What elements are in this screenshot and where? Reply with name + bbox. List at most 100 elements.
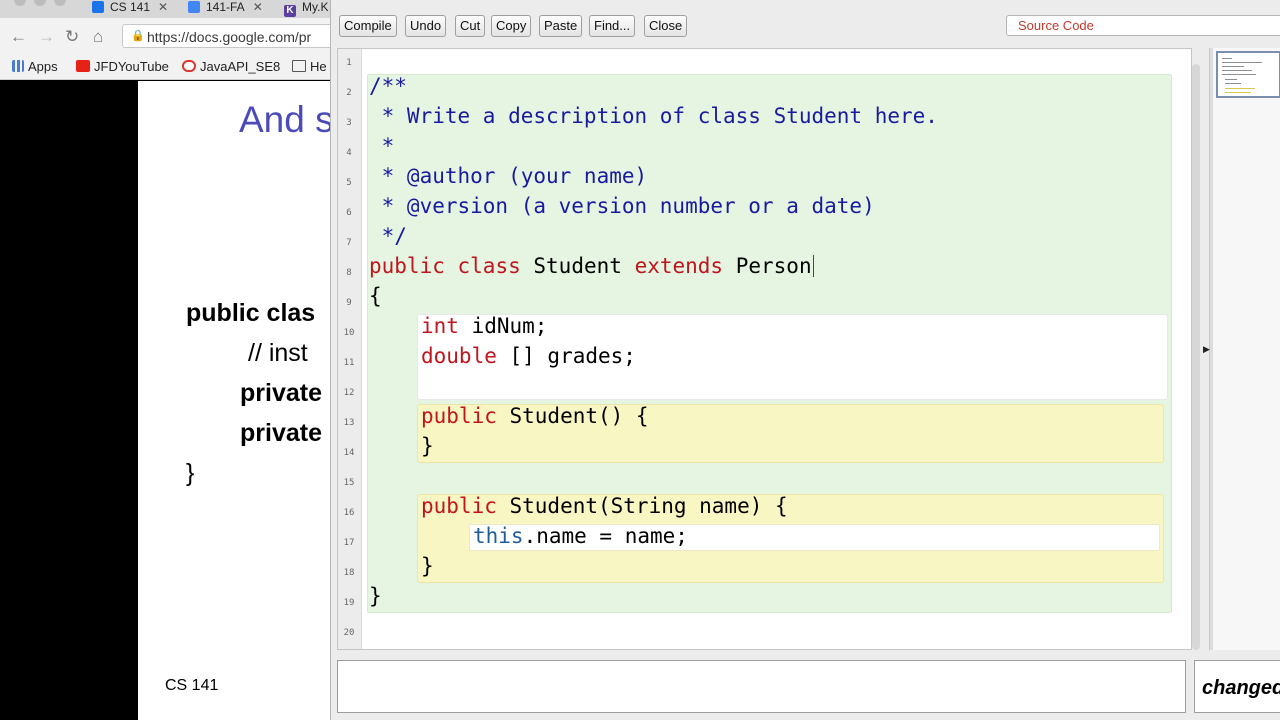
code-line: { bbox=[369, 284, 382, 308]
code-line: * @version (a version number or a date) bbox=[369, 194, 875, 218]
tab-label: 141-FA bbox=[206, 0, 245, 14]
find-button[interactable]: Find... bbox=[589, 15, 636, 37]
presentation-slide: And s public clas // inst private privat… bbox=[138, 81, 338, 720]
keyword: double bbox=[421, 344, 497, 368]
code-line: */ bbox=[369, 224, 407, 248]
back-arrow-icon[interactable]: ← bbox=[10, 27, 27, 47]
keyword: int bbox=[421, 314, 459, 338]
copy-button[interactable]: Copy bbox=[491, 15, 532, 37]
bookmark-javaapi[interactable]: JavaAPI_SE8 bbox=[182, 59, 280, 74]
line-number: 4 bbox=[346, 148, 352, 158]
compile-button[interactable]: Compile bbox=[339, 15, 397, 37]
line-number: 5 bbox=[346, 178, 352, 188]
line-number: 9 bbox=[346, 298, 352, 308]
line-number: 16 bbox=[343, 508, 355, 518]
vertical-scrollbar[interactable] bbox=[1192, 64, 1200, 650]
line-number: 20 bbox=[343, 628, 355, 638]
bookmark-label: JavaAPI_SE8 bbox=[200, 59, 281, 74]
code-line: double [] grades; bbox=[421, 343, 636, 369]
k-logo-icon: K bbox=[284, 5, 296, 17]
close-icon[interactable]: ✕ bbox=[253, 0, 263, 14]
code-line: * @author (your name) bbox=[369, 164, 648, 188]
code-line: public class Student extends Person bbox=[369, 253, 814, 279]
status-text: changed bbox=[1202, 677, 1280, 699]
code-line: public Student() { bbox=[421, 403, 649, 429]
this-keyword: this bbox=[473, 524, 524, 548]
line-number: 12 bbox=[343, 388, 355, 398]
bookmark-label: Apps bbox=[28, 59, 58, 74]
slide-title: And s bbox=[239, 99, 334, 140]
code-text: Student() { bbox=[496, 404, 649, 428]
class-name: Student bbox=[533, 254, 622, 278]
keyword: public bbox=[369, 254, 445, 278]
line-number: 17 bbox=[343, 538, 355, 548]
line-number: 15 bbox=[343, 478, 355, 488]
expand-arrow-icon[interactable]: ▶ bbox=[1203, 344, 1210, 355]
browser-tab[interactable]: K My.K bbox=[284, 0, 328, 18]
line-number: 19 bbox=[343, 598, 355, 608]
line-number-gutter: 1 2 3 4 5 6 7 8 9 10 11 12 13 14 15 16 1… bbox=[338, 49, 362, 649]
slide-footer: CS 141 bbox=[165, 677, 219, 694]
line-number: 10 bbox=[343, 328, 355, 338]
message-bar bbox=[337, 660, 1186, 713]
code-thumbnail[interactable] bbox=[1216, 51, 1280, 98]
bookmark-apps[interactable]: Apps bbox=[12, 59, 58, 74]
line-number: 13 bbox=[343, 418, 355, 428]
undo-button[interactable]: Undo bbox=[405, 15, 447, 37]
code-line: } bbox=[421, 434, 434, 458]
close-icon[interactable]: ✕ bbox=[158, 0, 168, 14]
nav-view-panel[interactable] bbox=[1213, 48, 1280, 650]
youtube-icon bbox=[76, 60, 90, 72]
slide-margin bbox=[0, 81, 138, 720]
docs-icon bbox=[188, 1, 200, 13]
paste-button[interactable]: Paste bbox=[539, 15, 583, 37]
url-text: https://docs.google.com/pr bbox=[147, 29, 312, 45]
code-line: * Write a description of class Student h… bbox=[369, 104, 938, 128]
keyword: extends bbox=[634, 254, 724, 278]
home-icon[interactable]: ⌂ bbox=[93, 27, 103, 47]
code-line: } bbox=[369, 584, 382, 608]
keyword: class bbox=[457, 254, 521, 278]
slide-line: public clas bbox=[186, 299, 316, 327]
browser-tab[interactable]: 141-FA ✕ bbox=[188, 0, 263, 18]
reload-icon[interactable]: ↻ bbox=[65, 27, 79, 47]
window-zoom-dot[interactable] bbox=[54, 0, 66, 6]
slide-line: } bbox=[186, 459, 195, 487]
browser-tab[interactable]: CS 141 ✕ bbox=[92, 0, 168, 18]
slide-line: private bbox=[240, 379, 322, 407]
code-line: public Student(String name) { bbox=[421, 493, 788, 519]
bookmark-jfdyoutube[interactable]: JFDYouTube bbox=[76, 59, 169, 74]
text-caret bbox=[812, 255, 814, 277]
bookmark-folder[interactable]: He bbox=[292, 59, 327, 74]
code-text: Student(String name) { bbox=[496, 494, 788, 518]
close-button[interactable]: Close bbox=[644, 15, 688, 37]
code-line: int idNum; bbox=[421, 313, 547, 339]
view-mode-select[interactable]: Source Code bbox=[1006, 15, 1280, 36]
code-editor[interactable]: 1 2 3 4 5 6 7 8 9 10 11 12 13 14 15 16 1… bbox=[337, 48, 1192, 650]
folder-icon bbox=[292, 60, 306, 72]
line-number: 18 bbox=[343, 568, 355, 578]
tab-label: CS 141 bbox=[110, 0, 151, 14]
cut-button[interactable]: Cut bbox=[455, 15, 486, 37]
code-line: } bbox=[421, 554, 434, 578]
code-text: .name = name; bbox=[523, 524, 688, 548]
screen: CS 141 ✕ 141-FA ✕ K My.K ← → ↻ ⌂ 🔒 https://… bbox=[0, 0, 1280, 720]
line-number: 11 bbox=[343, 358, 355, 368]
line-number: 8 bbox=[346, 268, 352, 278]
bluej-editor-window: Compile Undo Cut Copy Paste Find... Clos… bbox=[330, 0, 1280, 720]
parent-class-name: Person bbox=[735, 254, 812, 278]
code-line: this.name = name; bbox=[473, 523, 688, 549]
window-minimize-dot[interactable] bbox=[34, 0, 46, 6]
line-number: 3 bbox=[346, 118, 352, 128]
code-line: * bbox=[369, 134, 395, 158]
lock-icon: 🔒 bbox=[131, 30, 145, 42]
code-text: idNum; bbox=[458, 314, 548, 338]
slide-line: private bbox=[240, 419, 322, 447]
line-number: 6 bbox=[346, 208, 352, 218]
line-number: 14 bbox=[343, 448, 355, 458]
oracle-icon bbox=[182, 60, 196, 72]
line-number: 2 bbox=[346, 88, 352, 98]
window-close-dot[interactable] bbox=[14, 0, 26, 6]
keyword: public bbox=[421, 404, 497, 428]
forward-arrow-icon[interactable]: → bbox=[38, 27, 55, 47]
